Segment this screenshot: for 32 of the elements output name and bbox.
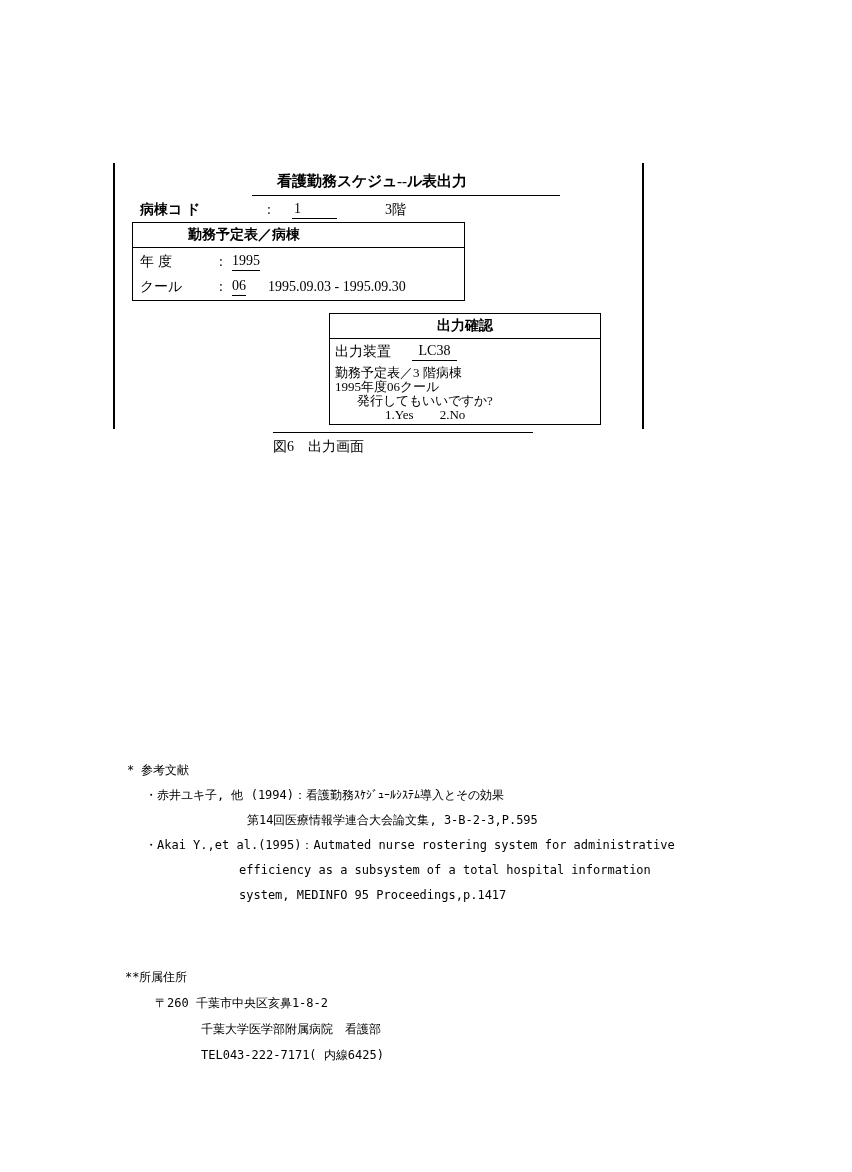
figure-caption: 図6 出力画面 xyxy=(273,439,364,454)
input-field: 1 xyxy=(292,200,337,219)
dialog-message: 1995年度06クール xyxy=(335,380,439,394)
field-label: クール xyxy=(140,278,183,296)
separator-text: : xyxy=(219,253,224,271)
screen-title: 看護勤務スケジュ--ル表出力 xyxy=(277,173,467,189)
separator-text: : xyxy=(219,278,224,296)
input-field: 06 xyxy=(232,277,246,296)
panel-title: 勤務予定表／病棟 xyxy=(188,227,300,242)
field-label: 出力装置 xyxy=(335,343,392,361)
dialog-message: 勤務予定表／3 階病棟 xyxy=(335,366,463,380)
reference-line: ・Akai Y.,et al.(1995)：Autmated nurse rostering system for administrative xyxy=(145,837,675,854)
floor-text: 3階 xyxy=(385,201,406,219)
reference-line: system, MEDINFO 95 Proceedings,p.1417 xyxy=(239,887,507,904)
input-field: 1995 xyxy=(232,252,260,271)
input-field: LC38 xyxy=(412,342,457,361)
dialog-title: 出力確認 xyxy=(437,318,493,333)
reference-line: ・赤井ユキ子, 他 (1994)：看護勤務ｽｹｼﾞｭｰﾙｼｽﾃﾑ導入とその効果 xyxy=(145,787,505,804)
field-label: 年 度 xyxy=(140,253,173,271)
separator-text: : xyxy=(267,201,272,219)
dialog-option: 1.Yes xyxy=(385,408,414,422)
dialog-option: 2.No xyxy=(439,408,466,422)
field-label: 病棟コ ド xyxy=(140,201,201,219)
address-line: TEL043-222-7171( 内線6425) xyxy=(201,1047,384,1064)
dialog-message: 発行してもいいですか? xyxy=(356,394,494,408)
affiliation-heading: **所属住所 xyxy=(125,969,188,986)
reference-line: efficiency as a subsystem of a total hospital information xyxy=(239,862,651,879)
references-heading: * 参考文献 xyxy=(127,762,190,779)
address-line: 〒260 千葉市中央区亥鼻1-8-2 xyxy=(155,995,329,1012)
address-line: 千葉大学医学部附属病院 看護部 xyxy=(201,1021,381,1038)
reference-line: 第14回医療情報学連合大会論文集, 3-B-2-3,P.595 xyxy=(247,812,538,829)
date-range-text: 1995.09.03 - 1995.09.30 xyxy=(268,278,406,296)
